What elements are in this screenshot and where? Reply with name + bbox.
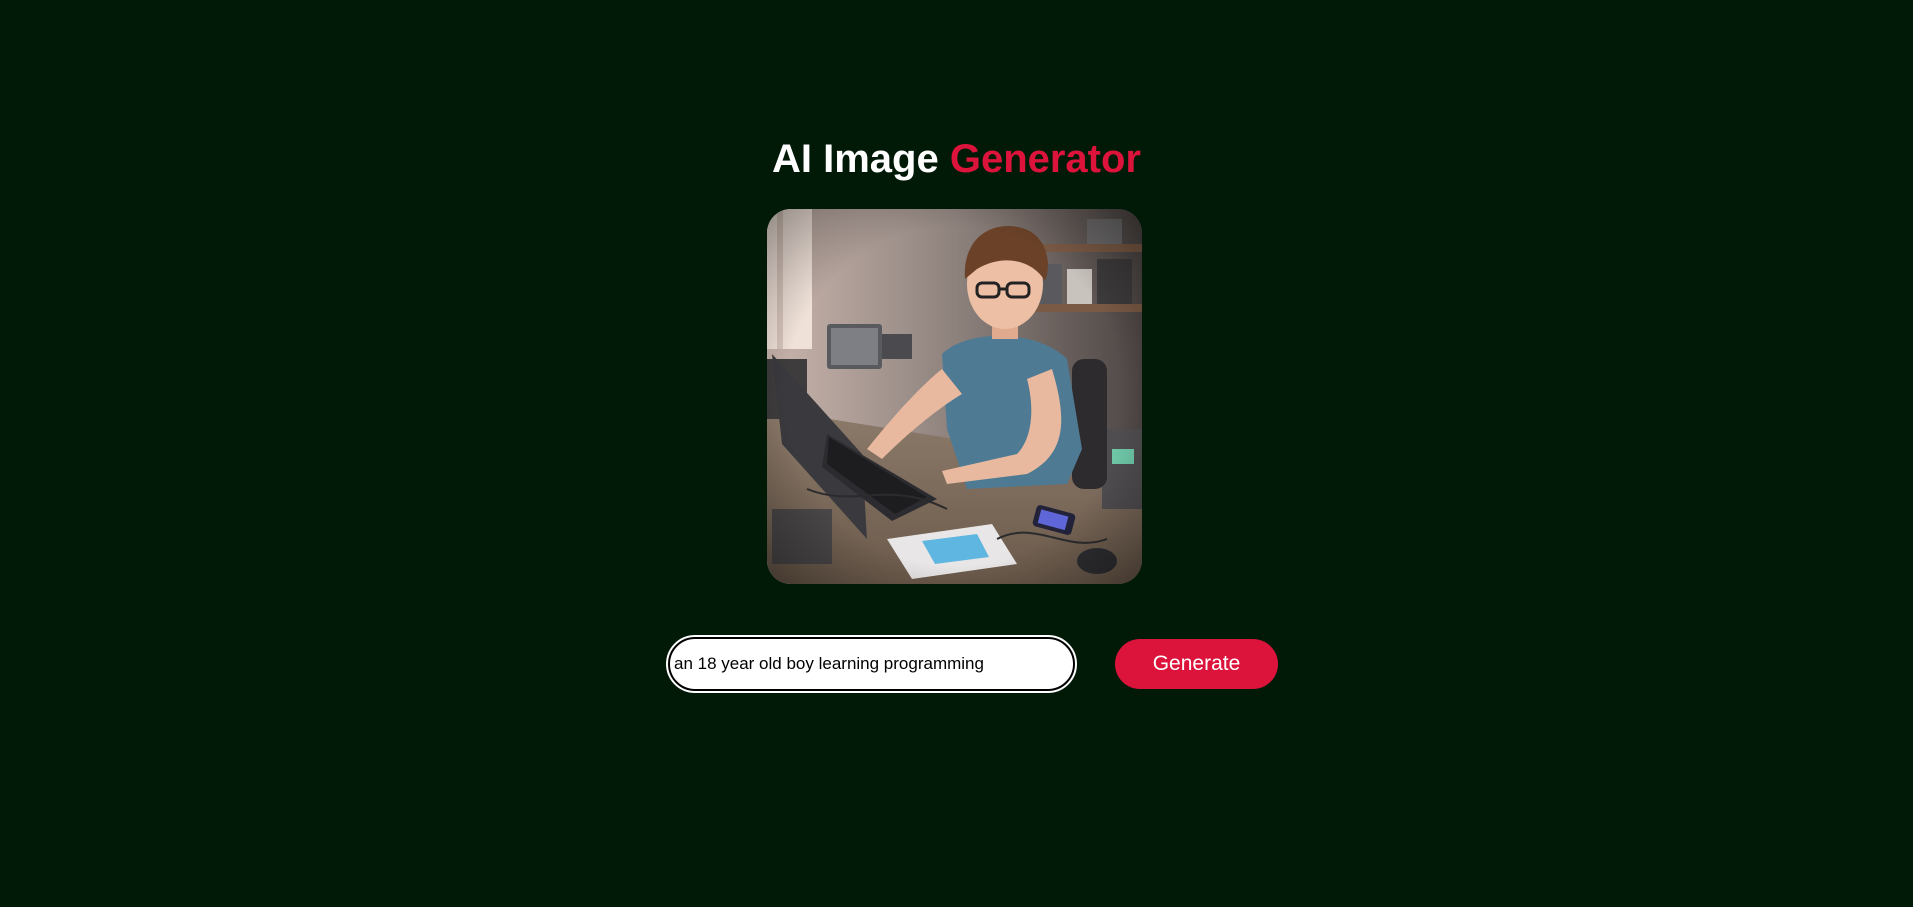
- page: AI Image Generator an 18 year old boy le…: [0, 0, 1913, 907]
- prompt-input[interactable]: [666, 635, 1077, 693]
- page-title: AI Image Generator: [0, 134, 1913, 184]
- generated-image-illustration: [767, 209, 1142, 584]
- generated-image: [767, 209, 1142, 584]
- title-accent-text: Generator: [949, 137, 1141, 181]
- title-text: AI Image: [771, 137, 950, 181]
- generate-button[interactable]: Generate: [1115, 639, 1278, 689]
